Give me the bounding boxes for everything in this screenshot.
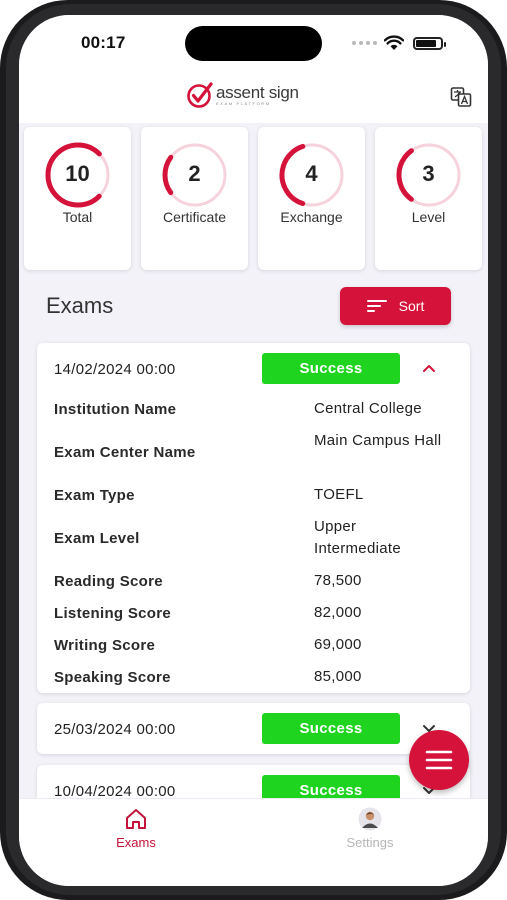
detail-value: Upper Intermediate bbox=[314, 518, 401, 557]
detail-label: Exam Center Name bbox=[54, 444, 196, 461]
battery-icon bbox=[413, 37, 446, 50]
stat-value-level: 3 bbox=[422, 161, 435, 186]
detail-label: Writing Score bbox=[54, 637, 156, 654]
translate-icon[interactable] bbox=[450, 86, 472, 108]
status-badge: Success bbox=[262, 353, 400, 384]
detail-value: 78,500 bbox=[314, 572, 362, 589]
exam-date: 14/02/2024 00:00 bbox=[54, 361, 176, 378]
detail-label: Reading Score bbox=[54, 573, 163, 590]
sort-label: Sort bbox=[398, 298, 425, 314]
detail-label: Exam Level bbox=[54, 530, 140, 547]
sort-button[interactable]: Sort bbox=[340, 287, 451, 325]
avatar-icon bbox=[358, 807, 382, 831]
status-time: 00:17 bbox=[81, 33, 126, 52]
detail-value: Main Campus Hall bbox=[314, 432, 442, 449]
bottom-navigation: Exams Settings bbox=[19, 798, 488, 886]
nav-label-exams: Exams bbox=[116, 835, 156, 850]
detail-value: TOEFL bbox=[314, 486, 364, 503]
stat-card-level[interactable]: 3 Level bbox=[375, 127, 482, 270]
stat-label-total: Total bbox=[62, 209, 93, 225]
wifi-icon bbox=[384, 35, 404, 50]
stat-value-certificate: 2 bbox=[188, 161, 201, 186]
nav-item-exams[interactable]: Exams bbox=[86, 807, 186, 850]
detail-value: 82,000 bbox=[314, 604, 362, 621]
stat-card-exchange[interactable]: 4 Exchange bbox=[258, 127, 365, 270]
stat-card-certificate[interactable]: 2 Certificate bbox=[141, 127, 248, 270]
home-icon bbox=[126, 809, 146, 829]
nav-label-settings: Settings bbox=[346, 835, 394, 850]
logo-text: assent sign bbox=[216, 83, 299, 102]
exams-title: Exams bbox=[46, 293, 114, 318]
hamburger-menu-icon bbox=[425, 750, 453, 770]
stat-value-exchange: 4 bbox=[305, 161, 318, 186]
stat-label-level: Level bbox=[411, 209, 446, 225]
app-screen: 00:17 assent sign EXAM PLATFORM 10 Total… bbox=[19, 15, 488, 886]
stat-label-certificate: Certificate bbox=[162, 209, 227, 225]
stat-value-total: 10 bbox=[65, 161, 90, 186]
detail-label: Listening Score bbox=[54, 605, 172, 622]
menu-fab-button[interactable] bbox=[409, 730, 469, 790]
brand-logo: assent sign EXAM PLATFORM bbox=[186, 81, 299, 109]
detail-value: 69,000 bbox=[314, 636, 362, 653]
detail-label: Exam Type bbox=[54, 487, 135, 504]
logo-subtext: EXAM PLATFORM bbox=[216, 101, 271, 106]
nav-item-settings[interactable]: Settings bbox=[320, 807, 420, 850]
chevron-up-icon[interactable] bbox=[421, 360, 437, 376]
stat-card-total[interactable]: 10 Total bbox=[24, 127, 131, 270]
exam-card[interactable]: 25/03/2024 00:00 Success bbox=[37, 703, 470, 754]
sort-icon bbox=[366, 300, 387, 312]
phone-frame: 00:17 assent sign EXAM PLATFORM 10 Total… bbox=[0, 0, 507, 900]
exam-card[interactable]: 14/02/2024 00:00 Success Institution Nam… bbox=[37, 343, 470, 693]
detail-value: 85,000 bbox=[314, 668, 362, 685]
stats-row: 10 Total 2 Certificate 4 Exchange 3 Leve… bbox=[24, 127, 483, 270]
exam-date: 25/03/2024 00:00 bbox=[54, 721, 176, 738]
stat-label-exchange: Exchange bbox=[280, 209, 343, 225]
cellular-signal-icon bbox=[352, 41, 377, 45]
status-bar: 00:17 bbox=[19, 15, 488, 77]
app-header: assent sign EXAM PLATFORM bbox=[19, 77, 488, 123]
detail-label: Speaking Score bbox=[54, 669, 171, 686]
checkmark-logo-icon bbox=[187, 82, 213, 108]
detail-label: Institution Name bbox=[54, 401, 177, 418]
dynamic-island bbox=[185, 26, 322, 61]
detail-value: Central College bbox=[314, 400, 422, 417]
status-badge: Success bbox=[262, 713, 400, 744]
